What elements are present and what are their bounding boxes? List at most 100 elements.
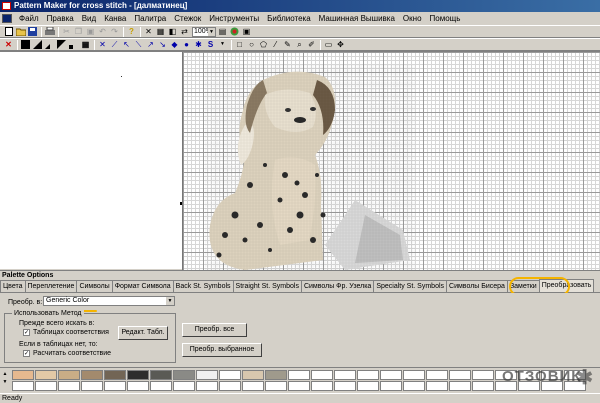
cut-icon[interactable]: ✂ — [61, 26, 72, 37]
quarter-stitch-icon[interactable] — [44, 39, 55, 50]
color-swatch[interactable] — [58, 381, 80, 391]
color-swatch[interactable] — [104, 381, 126, 391]
tab-french-knot-symbols[interactable]: Символы Фр. Узелка — [300, 280, 375, 292]
color-swatch[interactable] — [472, 370, 494, 380]
color-swatch[interactable] — [380, 381, 402, 391]
menu-machine-embroidery[interactable]: Машинная Вышивка — [315, 12, 399, 25]
color-wheel-icon[interactable] — [229, 26, 240, 37]
color-swatch[interactable] — [449, 370, 471, 380]
color-picker-icon[interactable]: ✐ — [306, 39, 317, 50]
calc-match-checkbox[interactable]: ✓ — [23, 350, 30, 357]
color-swatch[interactable] — [12, 381, 34, 391]
grid-icon[interactable]: ▦ — [80, 39, 91, 50]
color-swatch[interactable] — [403, 381, 425, 391]
open-folder-icon[interactable] — [15, 26, 26, 37]
color-swatch[interactable] — [150, 370, 172, 380]
color-swatch[interactable] — [127, 370, 149, 380]
frame-icon[interactable]: ▭ — [323, 39, 334, 50]
color-swatch[interactable] — [196, 381, 218, 391]
diagonal-icon[interactable]: ⟍ — [133, 39, 144, 50]
menu-canvas[interactable]: Канва — [100, 12, 130, 25]
zoom-tool-icon[interactable]: ⌕ — [294, 39, 305, 50]
print-icon[interactable] — [44, 26, 55, 37]
menu-library[interactable]: Библиотека — [263, 12, 315, 25]
color-swatch[interactable] — [334, 370, 356, 380]
color-swatch[interactable] — [242, 370, 264, 380]
color-swatch[interactable] — [35, 381, 57, 391]
polygon-icon[interactable]: ⬠ — [258, 39, 269, 50]
fill-icon[interactable]: ◧ — [167, 26, 178, 37]
menu-palette[interactable]: Палитра — [130, 12, 170, 25]
swatch-scroll[interactable]: ▲ ▼ — [0, 370, 10, 386]
redo-icon[interactable]: ↷ — [109, 26, 120, 37]
color-swatch[interactable] — [403, 370, 425, 380]
menu-file[interactable]: Файл — [15, 12, 43, 25]
color-swatch[interactable] — [12, 370, 34, 380]
color-swatch[interactable] — [265, 381, 287, 391]
magic-wand-icon[interactable]: ⁄ — [270, 39, 281, 50]
new-file-icon[interactable] — [3, 26, 14, 37]
lasso-icon[interactable]: ○ — [246, 39, 257, 50]
brush-icon[interactable]: ✎ — [282, 39, 293, 50]
color-swatch[interactable] — [81, 370, 103, 380]
zoom-select[interactable]: 100% ▼ — [192, 26, 216, 37]
menu-view[interactable]: Вид — [78, 12, 100, 25]
color-swatch[interactable] — [357, 370, 379, 380]
convert-selected-button[interactable]: Преобр. выбранное — [182, 343, 262, 357]
convert-to-select[interactable]: Generic Color ▼ — [43, 296, 175, 306]
color-swatch[interactable] — [242, 381, 264, 391]
color-swatch[interactable] — [334, 381, 356, 391]
color-swatch[interactable] — [150, 381, 172, 391]
color-swatch[interactable] — [173, 381, 195, 391]
color-swatch[interactable] — [288, 370, 310, 380]
tab-colors[interactable]: Цвета — [0, 280, 26, 292]
french-knot-icon[interactable]: ● — [181, 39, 192, 50]
convert-all-button[interactable]: Преобр. все — [182, 323, 247, 337]
menu-edit[interactable]: Правка — [43, 12, 78, 25]
color-swatch[interactable] — [288, 381, 310, 391]
rectangle-icon[interactable]: □ — [234, 39, 245, 50]
half-stitch-icon[interactable] — [32, 39, 43, 50]
long-stitch-icon[interactable]: ↗ — [145, 39, 156, 50]
color-swatch[interactable] — [81, 381, 103, 391]
delete-icon[interactable]: ✕ — [3, 39, 14, 50]
tab-back-st-symbols[interactable]: Back St. Symbols — [172, 280, 234, 292]
color-swatch[interactable] — [104, 370, 126, 380]
color-swatch[interactable] — [127, 381, 149, 391]
tab-specialty-st-symbols[interactable]: Specialty St. Symbols — [373, 280, 448, 292]
bead-icon[interactable]: ◆ — [169, 39, 180, 50]
select-icon[interactable]: ✕ — [143, 26, 154, 37]
move-icon[interactable]: ✥ — [335, 39, 346, 50]
match-table-checkbox[interactable]: ✓ — [23, 329, 30, 336]
cross-tool-icon[interactable]: ✕ — [97, 39, 108, 50]
three-quarter-stitch-icon[interactable] — [56, 39, 67, 50]
tab-bead-symbols[interactable]: Символы Бисера — [446, 280, 508, 292]
tab-symbol-format[interactable]: Формат Символа — [111, 280, 174, 292]
crop-icon[interactable]: ▦ — [155, 26, 166, 37]
color-swatch[interactable] — [311, 370, 333, 380]
star-icon[interactable]: ✱ — [193, 39, 204, 50]
color-swatch[interactable] — [426, 370, 448, 380]
menu-tools[interactable]: Инструменты — [205, 12, 263, 25]
undo-icon[interactable]: ↶ — [97, 26, 108, 37]
edit-table-button[interactable]: Редакт. Табл. — [118, 326, 168, 340]
color-swatch[interactable] — [265, 370, 287, 380]
color-swatch[interactable] — [380, 370, 402, 380]
flip-icon[interactable]: ⇄ — [179, 26, 190, 37]
color-swatch[interactable] — [426, 381, 448, 391]
color-swatch[interactable] — [449, 381, 471, 391]
color-swatch[interactable] — [196, 370, 218, 380]
color-swatch[interactable] — [219, 370, 241, 380]
fit-icon[interactable]: ▤ — [217, 26, 228, 37]
full-stitch-icon[interactable] — [20, 39, 31, 50]
copy-icon[interactable]: ❐ — [73, 26, 84, 37]
menu-help[interactable]: Помощь — [426, 12, 465, 25]
save-icon[interactable] — [27, 26, 38, 37]
document-icon[interactable] — [2, 14, 12, 23]
color-swatch[interactable] — [35, 370, 57, 380]
color-swatch[interactable] — [58, 370, 80, 380]
menu-stitch[interactable]: Стежок — [170, 12, 205, 25]
paste-icon[interactable]: ▣ — [85, 26, 96, 37]
color-swatch[interactable] — [357, 381, 379, 391]
color-swatch[interactable] — [311, 381, 333, 391]
